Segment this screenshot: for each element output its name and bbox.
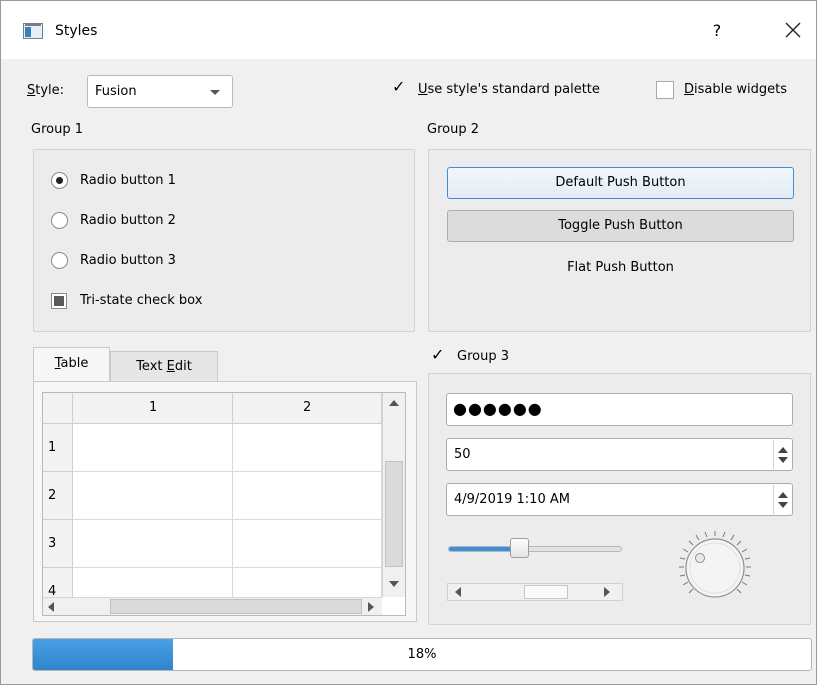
table-cell[interactable] <box>233 472 382 520</box>
disable-widgets-rest: isable widgets <box>694 82 787 97</box>
vertical-scroll-thumb[interactable] <box>385 461 403 567</box>
tab-table[interactable]: Table <box>33 347 110 381</box>
row-header[interactable]: 3 <box>43 520 73 568</box>
radio-button-2-label[interactable]: Radio button 2 <box>80 213 176 228</box>
column-header-label: 1 <box>149 400 158 415</box>
scroll-right-icon[interactable] <box>604 587 610 597</box>
radio-button-3[interactable] <box>51 252 68 269</box>
column-header-label: 2 <box>303 400 312 415</box>
tab-table-rest: able <box>60 356 89 371</box>
row-header-label: 2 <box>48 488 57 503</box>
row-header[interactable]: 1 <box>43 424 73 472</box>
row-header-label: 1 <box>48 440 57 455</box>
radio-button-1[interactable] <box>51 172 68 189</box>
scroll-up-icon[interactable] <box>389 400 399 406</box>
spin-up-icon[interactable] <box>778 492 788 498</box>
close-button[interactable] <box>775 14 811 46</box>
dial-notch <box>695 553 705 563</box>
group1-box: Radio button 1 Radio button 2 Radio butt… <box>33 149 415 332</box>
window-title: Styles <box>55 23 98 39</box>
group1-title: Group 1 <box>31 122 83 137</box>
use-palette-accel: U <box>418 82 428 97</box>
style-label: Style: <box>27 83 64 98</box>
table-cell[interactable] <box>73 520 233 568</box>
data-table[interactable]: 1 2 1 2 3 4 <box>42 392 406 616</box>
spin-down-icon[interactable] <box>778 457 788 463</box>
slider-track[interactable] <box>448 546 622 552</box>
dial-knob[interactable] <box>685 538 745 598</box>
password-field[interactable]: ●●●●●● <box>446 393 793 426</box>
slider-handle[interactable] <box>510 538 529 558</box>
disable-widgets-label[interactable]: Disable widgets <box>684 82 787 97</box>
datetime-value: 4/9/2019 1:10 AM <box>454 492 570 507</box>
password-mask: ●●●●●● <box>453 399 543 418</box>
radio-button-2[interactable] <box>51 212 68 229</box>
number-spinbox[interactable]: 50 <box>446 438 793 471</box>
table-cell[interactable] <box>233 424 382 472</box>
row-header[interactable]: 2 <box>43 472 73 520</box>
horizontal-scroll-thumb[interactable] <box>110 599 362 614</box>
tab-text-edit-rest: dit <box>174 359 192 374</box>
disable-widgets-checkbox[interactable] <box>656 81 674 99</box>
column-header[interactable]: 2 <box>233 393 382 424</box>
scroll-down-icon[interactable] <box>389 581 399 587</box>
table-corner <box>43 393 73 424</box>
group2-box: Default Push Button Toggle Push Button F… <box>428 149 811 332</box>
table-cell[interactable] <box>73 472 233 520</box>
styles-dialog: Styles ? Style: Fusion Use style's stand… <box>0 0 817 685</box>
default-push-button[interactable]: Default Push Button <box>447 167 794 199</box>
use-palette-checkbox[interactable] <box>391 77 407 97</box>
table-cell[interactable] <box>73 424 233 472</box>
progress-text: 18% <box>407 647 437 662</box>
spinbox-value: 50 <box>454 447 471 462</box>
help-button[interactable]: ? <box>703 16 731 46</box>
group3-checkbox[interactable] <box>430 345 446 365</box>
chevron-down-icon <box>210 90 220 95</box>
use-palette-rest: se style's standard palette <box>427 82 600 97</box>
table-vertical-scrollbar[interactable] <box>382 393 405 597</box>
radio-button-1-label[interactable]: Radio button 1 <box>80 173 176 188</box>
use-palette-label[interactable]: Use style's standard palette <box>418 82 600 97</box>
close-icon <box>785 22 801 38</box>
window-icon <box>23 23 43 39</box>
horizontal-scrollbar[interactable] <box>447 583 623 601</box>
datetime-arrows[interactable] <box>773 485 791 514</box>
column-header[interactable]: 1 <box>73 393 233 424</box>
dial[interactable] <box>671 528 759 608</box>
slider-fill <box>449 547 515 551</box>
progress-bar: 18% <box>32 638 812 671</box>
row-header-label: 3 <box>48 536 57 551</box>
table-cell[interactable] <box>233 520 382 568</box>
table-horizontal-scrollbar[interactable] <box>43 597 382 615</box>
tab-text-edit-prefix: Text <box>136 359 167 374</box>
style-combobox-value: Fusion <box>95 84 137 99</box>
title-bar: Styles ? <box>1 1 816 59</box>
horizontal-scroll-thumb[interactable] <box>524 585 568 599</box>
group2-title: Group 2 <box>427 122 479 137</box>
spin-up-icon[interactable] <box>778 447 788 453</box>
style-combobox[interactable]: Fusion <box>87 75 233 108</box>
tab-text-edit[interactable]: Text Edit <box>110 351 218 381</box>
tab-text-edit-accel: E <box>166 359 175 374</box>
tristate-checkbox[interactable] <box>51 293 67 309</box>
toggle-push-button[interactable]: Toggle Push Button <box>447 210 794 242</box>
spinbox-arrows[interactable] <box>773 440 791 469</box>
scroll-left-icon[interactable] <box>48 602 54 612</box>
radio-button-3-label[interactable]: Radio button 3 <box>80 253 176 268</box>
scroll-right-icon[interactable] <box>368 602 374 612</box>
disable-widgets-accel: D <box>684 82 695 97</box>
tristate-checkbox-label[interactable]: Tri-state check box <box>80 293 202 308</box>
group3-title[interactable]: Group 3 <box>457 349 509 364</box>
scroll-left-icon[interactable] <box>455 587 461 597</box>
datetime-edit[interactable]: 4/9/2019 1:10 AM <box>446 483 793 516</box>
spin-down-icon[interactable] <box>778 502 788 508</box>
flat-push-button[interactable]: Flat Push Button <box>447 253 794 285</box>
style-label-rest: tyle: <box>35 83 65 98</box>
